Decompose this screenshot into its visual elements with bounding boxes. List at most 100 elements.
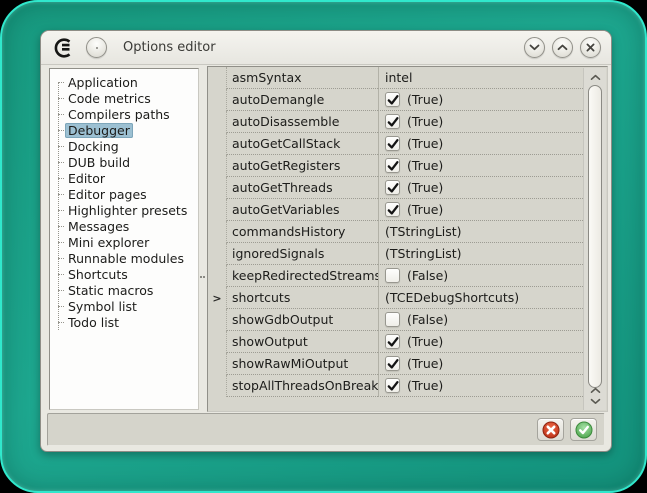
panel-splitter[interactable]	[199, 68, 207, 410]
checkbox-checked-icon[interactable]	[385, 378, 400, 393]
property-value-cell[interactable]: (TStringList)	[378, 243, 583, 265]
sidebar-item-shortcuts[interactable]: Shortcuts	[50, 266, 198, 282]
property-row-showgdboutput[interactable]: showGdbOutput (False)	[208, 309, 583, 331]
property-value-cell[interactable]: (True)	[378, 155, 583, 177]
property-value-cell[interactable]: (False)	[378, 265, 583, 287]
sidebar-item-symbol-list[interactable]: Symbol list	[50, 298, 198, 314]
scroll-up-button[interactable]	[584, 71, 606, 83]
sidebar-item-debugger[interactable]: Debugger	[50, 122, 198, 138]
minimize-button[interactable]	[524, 37, 545, 58]
property-value-cell[interactable]: (True)	[378, 133, 583, 155]
row-marker-cell	[208, 67, 226, 89]
category-tree: ApplicationCode metricsCompilers pathsDe…	[50, 69, 198, 330]
scroll-down-button[interactable]	[584, 395, 606, 407]
sidebar-item-label: Todo list	[65, 315, 122, 330]
property-grid: asmSyntaxintelautoDemangle(True)autoDisa…	[207, 66, 608, 412]
sidebar-item-label: Mini explorer	[65, 235, 152, 250]
vertical-scrollbar[interactable]	[583, 68, 606, 410]
checkbox-checked-icon[interactable]	[385, 334, 400, 349]
checkbox-checked-icon[interactable]	[385, 114, 400, 129]
accept-button[interactable]	[570, 418, 597, 441]
sidebar-item-compilers-paths[interactable]: Compilers paths	[50, 106, 198, 122]
sidebar-item-label: Symbol list	[65, 299, 140, 314]
property-row-autodemangle[interactable]: autoDemangle(True)	[208, 89, 583, 111]
property-value-cell[interactable]: (False)	[378, 309, 583, 331]
row-marker-cell	[208, 177, 226, 199]
sidebar-item-editor-pages[interactable]: Editor pages	[50, 186, 198, 202]
property-name: showOutput	[226, 331, 378, 353]
sidebar-item-editor[interactable]: Editor	[50, 170, 198, 186]
sidebar-item-todo-list[interactable]: Todo list	[50, 314, 198, 330]
sidebar-item-highlighter-presets[interactable]: Highlighter presets	[50, 202, 198, 218]
property-value-text: (False)	[407, 312, 448, 327]
property-row-showrawmioutput[interactable]: showRawMiOutput(True)	[208, 353, 583, 375]
property-row-ignoredsignals[interactable]: ignoredSignals(TStringList)	[208, 243, 583, 265]
property-value-cell[interactable]: (True)	[378, 331, 583, 353]
sidebar-item-runnable-modules[interactable]: Runnable modules	[50, 250, 198, 266]
scrollbar-thumb[interactable]	[588, 85, 602, 388]
sidebar-item-dub-build[interactable]: DUB build	[50, 154, 198, 170]
checkbox-checked-icon[interactable]	[385, 180, 400, 195]
property-value-cell[interactable]: (True)	[378, 375, 583, 397]
property-value-cell[interactable]: (True)	[378, 89, 583, 111]
checkbox-checked-icon[interactable]	[385, 92, 400, 107]
sidebar-item-mini-explorer[interactable]: Mini explorer	[50, 234, 198, 250]
property-value-text: (True)	[407, 180, 443, 195]
property-value-cell[interactable]: (TStringList)	[378, 221, 583, 243]
property-value-cell[interactable]: (True)	[378, 353, 583, 375]
property-value-cell[interactable]: (True)	[378, 111, 583, 133]
property-name: ignoredSignals	[226, 243, 378, 265]
sidebar-item-static-macros[interactable]: Static macros	[50, 282, 198, 298]
checkbox-checked-icon[interactable]	[385, 158, 400, 173]
property-row-autogetthreads[interactable]: autoGetThreads (True)	[208, 177, 583, 199]
property-row-stopallthreadsonbreak[interactable]: stopAllThreadsOnBreak(True)	[208, 375, 583, 397]
property-row-asmsyntax[interactable]: asmSyntaxintel	[208, 67, 583, 89]
property-row-autodisassemble[interactable]: autoDisassemble(True)	[208, 111, 583, 133]
property-value-cell[interactable]: (TCEDebugShortcuts)	[378, 287, 583, 309]
property-row-autogetregisters[interactable]: autoGetRegisters(True)	[208, 155, 583, 177]
property-row-showoutput[interactable]: showOutput(True)	[208, 331, 583, 353]
checkbox-checked-icon[interactable]	[385, 136, 400, 151]
screenshot-stage: Options editor	[0, 0, 647, 493]
window-controls	[524, 37, 601, 58]
sidebar-item-label: Application	[65, 75, 141, 90]
property-value-cell[interactable]: intel	[378, 67, 583, 89]
property-row-keepredirectedstreams[interactable]: keepRedirectedStreams(False)	[208, 265, 583, 287]
close-button[interactable]	[580, 37, 601, 58]
sidebar-item-label: Editor pages	[65, 187, 150, 202]
checkbox-checked-icon[interactable]	[385, 356, 400, 371]
sidebar-item-code-metrics[interactable]: Code metrics	[50, 90, 198, 106]
titlebar[interactable]: Options editor	[41, 31, 611, 65]
row-marker-cell	[208, 353, 226, 375]
chevron-down-icon	[529, 44, 540, 51]
sidebar-item-label: Runnable modules	[65, 251, 187, 266]
property-row-autogetvariables[interactable]: autoGetVariables(True)	[208, 199, 583, 221]
checkbox-checked-icon[interactable]	[385, 202, 400, 217]
sidebar-item-label: Code metrics	[65, 91, 154, 106]
property-name: showGdbOutput	[226, 309, 378, 331]
row-marker-cell	[208, 111, 226, 133]
checkbox-unchecked-icon[interactable]	[385, 312, 400, 327]
sidebar-item-label: Debugger	[65, 123, 133, 138]
sidebar-item-application[interactable]: Application	[50, 74, 198, 90]
sidebar-item-docking[interactable]: Docking	[50, 138, 198, 154]
property-row-autogetcallstack[interactable]: autoGetCallStack(True)	[208, 133, 583, 155]
property-name: shortcuts	[226, 287, 378, 309]
sidebar-item-label: Docking	[65, 139, 122, 154]
property-value-text: (TStringList)	[385, 224, 462, 239]
property-row-commandshistory[interactable]: commandsHistory(TStringList)	[208, 221, 583, 243]
row-marker-cell	[208, 265, 226, 287]
sidebar-item-messages[interactable]: Messages	[50, 218, 198, 234]
checkbox-unchecked-icon[interactable]	[385, 268, 400, 283]
sidebar-item-label: Static macros	[65, 283, 156, 298]
cancel-button[interactable]	[537, 418, 564, 441]
property-row-shortcuts[interactable]: >shortcuts(TCEDebugShortcuts)	[208, 287, 583, 309]
property-name: autoGetThreads	[226, 177, 378, 199]
chevron-up-icon	[590, 387, 601, 394]
window-menu-button[interactable]	[86, 37, 107, 58]
options-editor-window: Options editor	[40, 30, 612, 452]
maximize-button[interactable]	[552, 37, 573, 58]
property-value-cell[interactable]: (True)	[378, 177, 583, 199]
property-value-text: (True)	[407, 202, 443, 217]
property-value-cell[interactable]: (True)	[378, 199, 583, 221]
